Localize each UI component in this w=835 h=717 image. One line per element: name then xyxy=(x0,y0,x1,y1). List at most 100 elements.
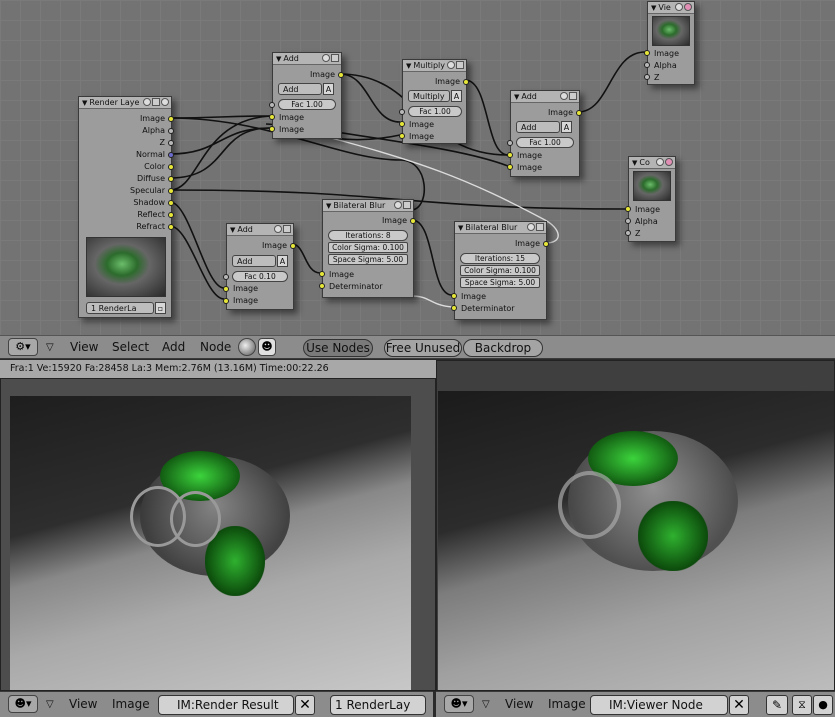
input-image: Image xyxy=(635,205,661,214)
space-sigma-field[interactable]: Space Sigma: 5.00 xyxy=(460,277,540,288)
close-icon[interactable]: ✕ xyxy=(729,695,749,715)
image-name-field[interactable]: IM:Render Result xyxy=(158,695,294,715)
viewer-node-view[interactable] xyxy=(436,360,835,691)
socket[interactable] xyxy=(399,109,405,115)
socket[interactable] xyxy=(168,128,174,134)
dot-icon[interactable]: ● xyxy=(813,695,833,715)
close-icon[interactable]: ✕ xyxy=(295,695,315,715)
right-image-editor-header: ☻▾ ▽ View Image IM:Viewer Node ✕ ✎ ⧖ ● xyxy=(436,691,835,717)
color-sigma-field[interactable]: Color Sigma: 0.100 xyxy=(328,242,408,253)
socket[interactable] xyxy=(507,140,513,146)
socket[interactable] xyxy=(463,79,469,85)
menu-node[interactable]: Node xyxy=(200,340,231,354)
blend-mode-select[interactable]: Multiply xyxy=(408,90,450,102)
pin-icon[interactable]: ⧖ xyxy=(792,695,812,715)
backdrop-toggle[interactable]: Backdrop xyxy=(463,339,543,357)
alpha-toggle[interactable]: A xyxy=(323,83,334,95)
fac-field[interactable]: Fac 0.10 xyxy=(232,271,288,282)
space-sigma-field[interactable]: Space Sigma: 5.00 xyxy=(328,254,408,265)
menu-view[interactable]: View xyxy=(69,697,97,711)
socket[interactable] xyxy=(168,176,174,182)
bilateral-blur-node-2[interactable]: ▼ Bilateral Blur Image Iterations: 15 Col… xyxy=(451,221,549,320)
use-nodes-toggle[interactable]: Use Nodes xyxy=(303,339,373,357)
socket[interactable] xyxy=(543,241,549,247)
socket[interactable] xyxy=(168,116,174,122)
image-editor-type-icon[interactable]: ☻▾ xyxy=(444,695,474,713)
socket[interactable] xyxy=(576,110,582,116)
socket[interactable] xyxy=(168,200,174,206)
alpha-toggle[interactable]: A xyxy=(451,90,462,102)
render-icon[interactable]: ☻ xyxy=(258,338,276,356)
collapse-menu-triangle-icon[interactable]: ▽ xyxy=(46,342,54,353)
iterations-field[interactable]: Iterations: 8 xyxy=(328,230,408,241)
socket[interactable] xyxy=(507,164,513,170)
blend-mode-select[interactable]: Add xyxy=(516,121,560,133)
collapse-menu-triangle-icon[interactable]: ▽ xyxy=(46,699,54,710)
material-ball-icon[interactable] xyxy=(238,338,256,356)
collapse-menu-triangle-icon[interactable]: ▽ xyxy=(482,699,490,710)
menu-select[interactable]: Select xyxy=(112,340,149,354)
socket[interactable] xyxy=(269,102,275,108)
socket[interactable] xyxy=(168,152,174,158)
menu-view[interactable]: View xyxy=(505,697,533,711)
socket[interactable] xyxy=(269,114,275,120)
alpha-toggle[interactable]: A xyxy=(561,121,572,133)
menu-view[interactable]: View xyxy=(70,340,98,354)
socket[interactable] xyxy=(410,218,416,224)
add-node-2[interactable]: ▼ Add Image Add A Fac 1.00 Image Image xyxy=(507,90,582,177)
socket[interactable] xyxy=(625,218,631,224)
render-layers-node[interactable]: ▼ Render Laye Image Alpha Z Normal Color … xyxy=(78,96,174,318)
fac-field[interactable]: Fac 1.00 xyxy=(408,106,462,117)
socket[interactable] xyxy=(168,212,174,218)
menu-add[interactable]: Add xyxy=(162,340,185,354)
node-title: Multiply xyxy=(413,61,445,70)
socket[interactable] xyxy=(451,293,457,299)
socket[interactable] xyxy=(168,164,174,170)
multiply-node[interactable]: ▼ Multiply Image Multiply A Fac 1.00 Imag… xyxy=(399,59,469,144)
image-editor-type-icon[interactable]: ☻▾ xyxy=(8,695,38,713)
socket[interactable] xyxy=(451,305,457,311)
blend-mode-select[interactable]: Add xyxy=(278,83,322,95)
brush-icon[interactable]: ✎ xyxy=(766,695,788,715)
fac-field[interactable]: Fac 1.00 xyxy=(278,99,336,110)
add-node-1[interactable]: ▼ Add Image Add A Fac 1.00 Image Image xyxy=(269,52,344,139)
socket[interactable] xyxy=(168,188,174,194)
socket[interactable] xyxy=(223,274,229,280)
socket[interactable] xyxy=(644,50,650,56)
render-icon[interactable]: ▫ xyxy=(155,302,166,314)
socket[interactable] xyxy=(625,230,631,236)
alpha-toggle[interactable]: A xyxy=(277,255,288,267)
socket[interactable] xyxy=(399,133,405,139)
render-result-view[interactable] xyxy=(0,378,436,691)
fac-field[interactable]: Fac 1.00 xyxy=(516,137,574,148)
menu-image[interactable]: Image xyxy=(548,697,586,711)
socket[interactable] xyxy=(223,286,229,292)
node-editor-type-icon[interactable]: ⚙▾ xyxy=(8,338,38,356)
socket[interactable] xyxy=(644,62,650,68)
add-node-3[interactable]: ▼ Add Image Add A Fac 0.10 Image Image xyxy=(223,223,296,310)
render-layer-select[interactable]: 1 RenderLay xyxy=(330,695,426,715)
socket[interactable] xyxy=(507,152,513,158)
socket[interactable] xyxy=(223,298,229,304)
socket[interactable] xyxy=(168,140,174,146)
blend-mode-select[interactable]: Add xyxy=(232,255,276,267)
viewer-node[interactable]: ▼ Vie Image Alpha Z xyxy=(644,1,695,85)
socket[interactable] xyxy=(625,206,631,212)
node-editor[interactable]: ▼ Render Laye Image Alpha Z Normal Color … xyxy=(0,0,835,335)
socket[interactable] xyxy=(290,243,296,249)
image-name-field[interactable]: IM:Viewer Node xyxy=(590,695,728,715)
free-unused-button[interactable]: Free Unused xyxy=(384,339,462,357)
socket[interactable] xyxy=(644,74,650,80)
socket[interactable] xyxy=(399,121,405,127)
composite-node[interactable]: ▼ Co Image Alpha Z xyxy=(625,156,676,242)
render-layer-select[interactable]: 1 RenderLa xyxy=(86,302,154,314)
iterations-field[interactable]: Iterations: 15 xyxy=(460,253,540,264)
socket[interactable] xyxy=(338,72,344,78)
socket[interactable] xyxy=(269,126,275,132)
socket[interactable] xyxy=(319,271,325,277)
menu-image[interactable]: Image xyxy=(112,697,150,711)
socket[interactable] xyxy=(168,224,174,230)
color-sigma-field[interactable]: Color Sigma: 0.100 xyxy=(460,265,540,276)
bilateral-blur-node-1[interactable]: ▼ Bilateral Blur Image Iterations: 8 Colo… xyxy=(319,199,416,298)
socket[interactable] xyxy=(319,283,325,289)
